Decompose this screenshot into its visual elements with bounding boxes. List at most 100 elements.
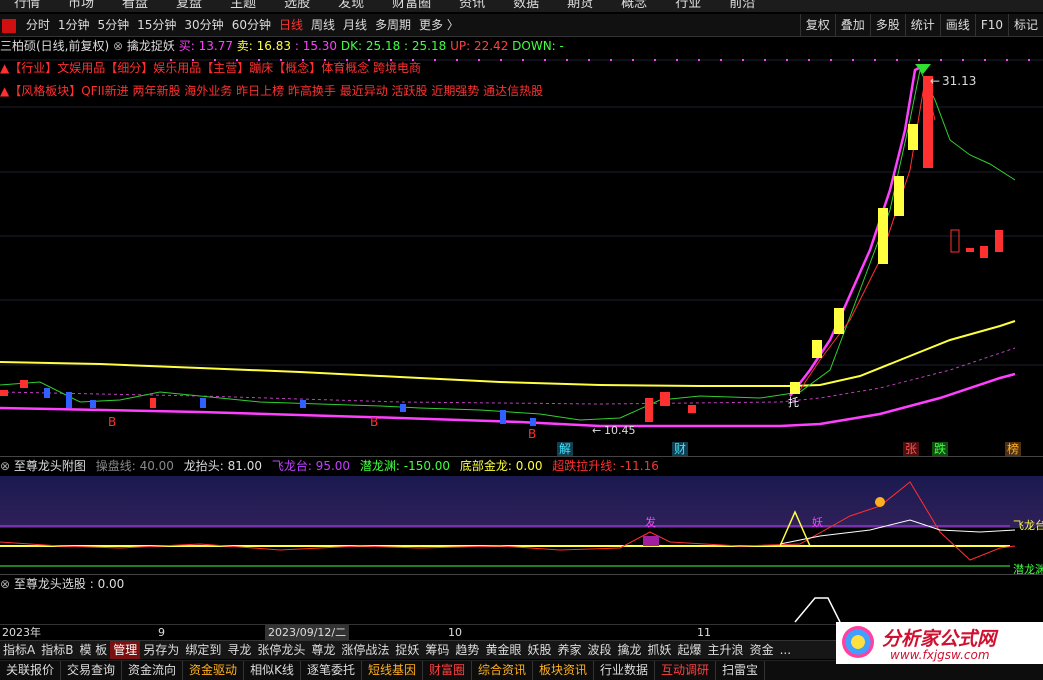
toolbar-button[interactable]: 画线 bbox=[939, 14, 975, 36]
top-nav-item[interactable]: 行情 bbox=[14, 0, 40, 10]
period-tab[interactable]: 30分钟 bbox=[180, 14, 227, 36]
candle bbox=[995, 230, 1003, 252]
top-nav-item[interactable]: 前沿 bbox=[729, 0, 755, 10]
indicator-tab[interactable]: 捉妖 bbox=[392, 641, 422, 659]
top-nav-item[interactable]: 市场 bbox=[68, 0, 94, 10]
function-button[interactable]: 逐笔委托 bbox=[301, 661, 362, 680]
toolbar-button[interactable]: F10 bbox=[974, 14, 1008, 36]
money-bag-icon bbox=[875, 497, 885, 507]
top-nav-item[interactable]: 财富圈 bbox=[392, 0, 431, 10]
buy-marker: B bbox=[528, 427, 536, 441]
candle bbox=[660, 392, 670, 406]
toolbar-button[interactable]: 统计 bbox=[904, 14, 940, 36]
indicator-tab[interactable]: 另存为 bbox=[140, 641, 182, 659]
indicator-tab[interactable]: 抓妖 bbox=[645, 641, 675, 659]
indicator-tab[interactable]: 趋势 bbox=[452, 641, 482, 659]
sub2-close-icon[interactable]: ⊗ bbox=[0, 577, 10, 591]
indicator-tab[interactable]: 黄金眼 bbox=[482, 641, 524, 659]
toolbar-button[interactable]: 多股 bbox=[869, 14, 905, 36]
sub1-a: 操盘线: 40.00 bbox=[95, 459, 174, 473]
zhang-badge: 张 bbox=[903, 442, 920, 456]
function-button[interactable]: 行业数据 bbox=[594, 661, 656, 680]
top-nav-item[interactable]: 资讯 bbox=[459, 0, 485, 10]
purple-bar bbox=[643, 536, 659, 546]
top-nav-item[interactable]: 复盘 bbox=[176, 0, 202, 10]
green-line bbox=[0, 68, 1016, 421]
top-nav-item[interactable]: 数据 bbox=[513, 0, 539, 10]
top-nav-item[interactable]: 行业 bbox=[675, 0, 701, 10]
candle bbox=[530, 418, 536, 426]
yellow-ma-line bbox=[0, 320, 1016, 387]
indicator-tab[interactable]: 养家 bbox=[554, 641, 584, 659]
period-tab[interactable]: 月线 bbox=[339, 14, 371, 36]
indicator-tab[interactable]: 指标A bbox=[0, 641, 38, 659]
period-tab[interactable]: 更多 〉 bbox=[415, 14, 463, 36]
indicator-tab[interactable]: 妖股 bbox=[524, 641, 554, 659]
top-nav: 行情 市场 看盘 复盘 主题 选股 发现 财富圈 资讯 数据 期货 概念 行业 前沿 bbox=[0, 0, 1043, 12]
watermark-logo-icon bbox=[842, 626, 874, 658]
function-button[interactable]: 短线基因 bbox=[362, 661, 423, 680]
function-button[interactable]: 板块资讯 bbox=[533, 661, 595, 680]
function-button[interactable]: 资金流向 bbox=[122, 661, 184, 680]
toolbar-button[interactable]: 复权 bbox=[799, 14, 835, 36]
function-button[interactable]: 扫雷宝 bbox=[716, 661, 766, 680]
period-tab[interactable]: 15分钟 bbox=[133, 14, 180, 36]
top-nav-item[interactable]: 发现 bbox=[338, 0, 364, 10]
period-tab[interactable]: 日线 bbox=[275, 14, 307, 36]
indicator-tab[interactable]: 起爆 bbox=[675, 641, 705, 659]
indicator-tab[interactable]: 张停龙头 bbox=[254, 641, 308, 659]
sub2-chart[interactable] bbox=[0, 592, 1043, 624]
indicator-tab[interactable]: 波段 bbox=[584, 641, 614, 659]
jie-badge: 解 bbox=[557, 442, 574, 456]
indicator-tab[interactable]: 模 板 bbox=[76, 641, 110, 659]
function-button[interactable]: 关联报价 bbox=[0, 661, 62, 680]
toolbar-button[interactable]: 叠加 bbox=[834, 14, 870, 36]
function-button[interactable]: 相似K线 bbox=[244, 661, 301, 680]
indicator-tab[interactable]: ... bbox=[777, 641, 794, 659]
candle bbox=[0, 390, 8, 396]
indicator-tab[interactable]: 擒龙 bbox=[615, 641, 645, 659]
function-button[interactable]: 交易查询 bbox=[61, 661, 123, 680]
candle bbox=[980, 246, 988, 258]
period-tab[interactable]: 分时 bbox=[22, 14, 54, 36]
indicator-tab[interactable]: 资金 bbox=[747, 641, 777, 659]
function-button[interactable]: 综合资讯 bbox=[472, 661, 533, 680]
indicator-tab[interactable]: 寻龙 bbox=[224, 641, 254, 659]
toolbar-button[interactable]: 标记 bbox=[1007, 14, 1043, 36]
axis-month-11: 11 bbox=[697, 626, 711, 639]
watermark-title: 分析家公式网 bbox=[882, 628, 997, 650]
magenta-band-line bbox=[789, 63, 926, 397]
function-button[interactable]: 资金驱动 bbox=[183, 661, 245, 680]
feilongtai-label: 飞龙台 bbox=[1013, 518, 1043, 532]
sub1-d: 潜龙渊: -150.00 bbox=[359, 459, 451, 473]
top-nav-item[interactable]: 主题 bbox=[230, 0, 256, 10]
watermark-url: www.fxjgsw.com bbox=[890, 648, 990, 662]
top-nav-item[interactable]: 期货 bbox=[567, 0, 593, 10]
period-tab[interactable]: 多周期 bbox=[371, 14, 415, 36]
function-button[interactable]: 互动调研 bbox=[655, 661, 717, 680]
sub1-chart[interactable]: 发 妖 飞龙台 潜龙渊 bbox=[0, 476, 1043, 576]
function-button[interactable]: 财富圈 bbox=[423, 661, 472, 680]
main-kline-chart[interactable]: ← 31.13 ← 10.45 B B B 托 bbox=[0, 40, 1043, 458]
indicator-tab[interactable]: 管理 bbox=[110, 641, 141, 659]
sub1-e: 底部金龙: 0.00 bbox=[459, 459, 543, 473]
top-nav-item[interactable]: 看盘 bbox=[122, 0, 148, 10]
axis-month-10: 10 bbox=[448, 626, 462, 639]
indicator-tab[interactable]: 尊龙 bbox=[308, 641, 338, 659]
indicator-tab[interactable]: 涨停战法 bbox=[338, 641, 392, 659]
indicator-tab[interactable]: 绑定到 bbox=[182, 641, 224, 659]
period-tab[interactable]: 5分钟 bbox=[93, 14, 133, 36]
fa-tag: 发 bbox=[645, 515, 656, 529]
indicator-tab[interactable]: 主升浪 bbox=[705, 641, 747, 659]
candle bbox=[878, 208, 888, 264]
period-tab[interactable]: 周线 bbox=[307, 14, 339, 36]
period-tab[interactable]: 1分钟 bbox=[54, 14, 94, 36]
indicator-tab[interactable]: 筹码 bbox=[422, 641, 452, 659]
sub1-f: 超跌拉升线: -11.16 bbox=[552, 459, 659, 473]
period-tab[interactable]: 60分钟 bbox=[228, 14, 275, 36]
top-nav-item[interactable]: 概念 bbox=[621, 0, 647, 10]
app-logo-icon bbox=[2, 18, 16, 33]
top-nav-item[interactable]: 选股 bbox=[284, 0, 310, 10]
indicator-tab[interactable]: 指标B bbox=[38, 641, 76, 659]
sub1-close-icon[interactable]: ⊗ bbox=[0, 459, 10, 473]
